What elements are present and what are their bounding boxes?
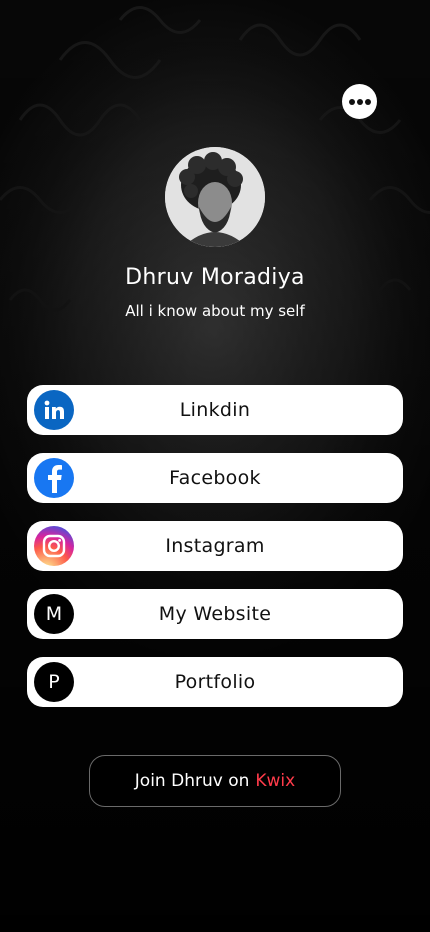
link-label: Portfolio xyxy=(174,671,256,693)
link-label: Instagram xyxy=(165,535,265,557)
profile-bio: All i know about my self xyxy=(125,302,305,320)
instagram-link-button[interactable]: Instagram xyxy=(27,521,403,571)
more-options-button[interactable] xyxy=(342,84,377,119)
profile-name: Dhruv Moradiya xyxy=(125,265,305,290)
linkedin-icon xyxy=(34,390,74,430)
letter-m-icon: M xyxy=(34,594,74,634)
link-label: Linkdin xyxy=(179,399,251,421)
join-kwix-button[interactable]: Join Dhruv on Kwix xyxy=(89,755,341,807)
facebook-icon xyxy=(34,458,74,498)
instagram-icon xyxy=(34,526,74,566)
link-label: My Website xyxy=(158,603,272,625)
profile-page: Dhruv Moradiya All i know about my self … xyxy=(0,0,430,932)
website-link-button[interactable]: M My Website xyxy=(27,589,403,639)
avatar xyxy=(165,147,265,247)
avatar-portrait xyxy=(165,147,265,247)
linkedin-link-button[interactable]: Linkdin xyxy=(27,385,403,435)
more-horizontal-icon xyxy=(348,98,371,105)
facebook-link-button[interactable]: Facebook xyxy=(27,453,403,503)
portfolio-link-button[interactable]: P Portfolio xyxy=(27,657,403,707)
link-label: Facebook xyxy=(169,467,261,489)
letter-p-icon: P xyxy=(34,662,74,702)
join-prefix: Join Dhruv on xyxy=(134,771,250,791)
kwix-brand: Kwix xyxy=(255,771,296,791)
links-list: Linkdin Facebook Instagram M My Website … xyxy=(27,385,403,725)
